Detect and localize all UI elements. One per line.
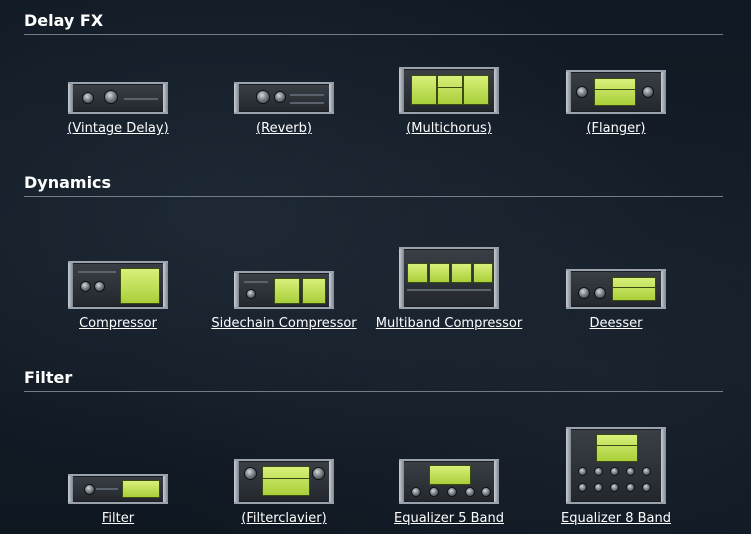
knob-icon xyxy=(594,483,603,492)
filter-thumbnail[interactable] xyxy=(68,474,168,504)
control-strip xyxy=(290,94,324,96)
section-divider xyxy=(24,196,723,197)
plugin-link-filterclavier[interactable]: (Filterclavier) xyxy=(241,511,326,527)
display-screen xyxy=(407,263,428,283)
knob-icon xyxy=(104,90,118,104)
plugin-tile-filter[interactable]: Filter xyxy=(33,474,203,527)
knob-icon xyxy=(312,467,325,480)
equalizer-8-band-thumbnail[interactable] xyxy=(566,427,666,504)
plugin-tile-sidechain-compressor[interactable]: Sidechain Compressor xyxy=(199,271,369,332)
plugin-link-sidechain-compressor[interactable]: Sidechain Compressor xyxy=(211,316,356,332)
section-dynamics: Dynamics xyxy=(24,172,723,197)
control-strip xyxy=(290,102,324,104)
plugin-link-vintage-delay[interactable]: (Vintage Delay) xyxy=(67,121,168,137)
display-screen xyxy=(451,263,472,283)
multichorus-thumbnail[interactable] xyxy=(399,67,499,114)
knob-icon xyxy=(256,90,270,104)
display-screen xyxy=(122,480,160,498)
section-title: Filter xyxy=(24,368,73,387)
knob-icon xyxy=(578,287,590,299)
plugin-tile-reverb[interactable]: (Reverb) xyxy=(199,82,369,137)
control-strip xyxy=(407,289,491,291)
knob-icon xyxy=(642,483,651,492)
meter-strip xyxy=(244,281,268,283)
multiband-compressor-thumbnail[interactable] xyxy=(399,247,499,309)
plugin-link-reverb[interactable]: (Reverb) xyxy=(256,121,312,137)
plugin-tile-multichorus[interactable]: (Multichorus) xyxy=(364,67,534,137)
knob-icon xyxy=(610,483,619,492)
knob-icon xyxy=(610,467,619,476)
plugin-link-filter[interactable]: Filter xyxy=(102,511,134,527)
display-screen xyxy=(302,278,326,304)
vintage-delay-thumbnail[interactable] xyxy=(68,82,168,114)
section-delay-fx: Delay FX xyxy=(24,10,723,35)
reverb-thumbnail[interactable] xyxy=(234,82,334,114)
plugin-tile-vintage-delay[interactable]: (Vintage Delay) xyxy=(33,82,203,137)
equalizer-5-band-thumbnail[interactable] xyxy=(399,459,499,504)
display-screen xyxy=(429,465,471,485)
knob-icon xyxy=(594,287,606,299)
display-screen xyxy=(596,434,638,462)
display-screen xyxy=(612,277,656,301)
plugin-tile-flanger[interactable]: (Flanger) xyxy=(531,70,701,137)
knob-icon xyxy=(447,487,457,497)
display-screen xyxy=(429,263,450,283)
display-screen xyxy=(120,268,160,304)
section-filter: Filter xyxy=(24,367,723,392)
plugin-tile-multiband-compressor[interactable]: Multiband Compressor xyxy=(364,247,534,332)
knob-icon xyxy=(94,281,105,292)
plugin-tile-equalizer-5-band[interactable]: Equalizer 5 Band xyxy=(364,459,534,527)
knob-icon xyxy=(244,467,257,480)
knob-icon xyxy=(626,467,635,476)
deesser-thumbnail[interactable] xyxy=(566,269,666,309)
display-screen xyxy=(594,78,636,106)
plugin-link-deesser[interactable]: Deesser xyxy=(590,316,643,332)
flanger-thumbnail[interactable] xyxy=(566,70,666,114)
plugin-tile-compressor[interactable]: Compressor xyxy=(33,261,203,332)
section-divider xyxy=(24,391,723,392)
display-screen xyxy=(262,466,310,496)
filterclavier-thumbnail[interactable] xyxy=(234,459,334,504)
plugin-link-flanger[interactable]: (Flanger) xyxy=(586,121,645,137)
knob-icon xyxy=(578,483,587,492)
knob-icon xyxy=(411,487,421,497)
control-strip xyxy=(124,98,158,100)
plugin-link-multiband-compressor[interactable]: Multiband Compressor xyxy=(376,316,522,332)
compressor-thumbnail[interactable] xyxy=(68,261,168,309)
knob-icon xyxy=(274,91,286,103)
section-divider xyxy=(24,34,723,35)
knob-icon xyxy=(578,467,587,476)
display-screen xyxy=(274,278,300,304)
display-screen xyxy=(463,75,489,105)
knob-icon xyxy=(481,487,491,497)
control-strip xyxy=(96,488,118,490)
display-screen xyxy=(411,75,437,105)
plugin-link-equalizer-8-band[interactable]: Equalizer 8 Band xyxy=(561,511,671,527)
knob-icon xyxy=(576,86,588,98)
knob-icon xyxy=(246,289,256,299)
display-screen xyxy=(437,75,463,105)
knob-icon xyxy=(642,467,651,476)
sidechain-compressor-thumbnail[interactable] xyxy=(234,271,334,309)
section-title: Delay FX xyxy=(24,11,104,30)
knob-icon xyxy=(594,467,603,476)
plugin-tile-filterclavier[interactable]: (Filterclavier) xyxy=(199,459,369,527)
plugin-link-compressor[interactable]: Compressor xyxy=(79,316,157,332)
section-title: Dynamics xyxy=(24,173,112,192)
plugin-link-multichorus[interactable]: (Multichorus) xyxy=(406,121,492,137)
meter-strip xyxy=(78,271,116,273)
knob-icon xyxy=(80,281,91,292)
knob-icon xyxy=(429,487,439,497)
plugin-tile-equalizer-8-band[interactable]: Equalizer 8 Band xyxy=(531,427,701,527)
knob-icon xyxy=(465,487,475,497)
knob-icon xyxy=(626,483,635,492)
knob-icon xyxy=(84,484,95,495)
plugin-link-equalizer-5-band[interactable]: Equalizer 5 Band xyxy=(394,511,504,527)
knob-icon xyxy=(642,86,654,98)
plugin-tile-deesser[interactable]: Deesser xyxy=(531,269,701,332)
knob-icon xyxy=(82,92,94,104)
display-screen xyxy=(473,263,493,283)
